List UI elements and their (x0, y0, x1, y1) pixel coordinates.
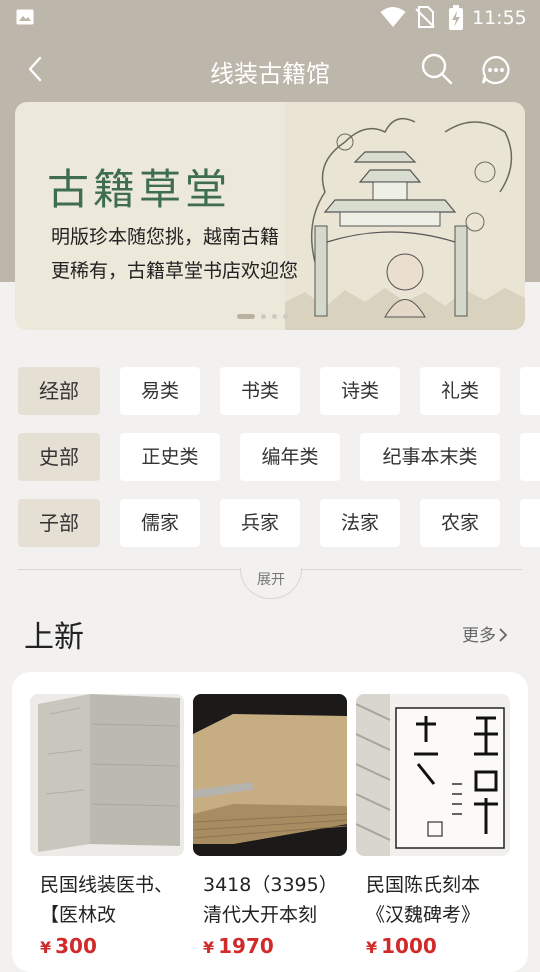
more-link[interactable]: 更多 (462, 621, 508, 646)
category-chip[interactable]: 农家 (420, 499, 500, 547)
category-chip[interactable]: 礼类 (420, 367, 500, 415)
image-notification-icon (16, 9, 34, 25)
category-chip[interactable]: 易类 (120, 367, 200, 415)
price-value: 1000 (381, 934, 437, 958)
category-label[interactable]: 史部 (18, 433, 100, 481)
category-chip[interactable]: 兵家 (220, 499, 300, 547)
page-title: 线装古籍馆 (210, 60, 330, 88)
category-chip[interactable]: 诗类 (320, 367, 400, 415)
new-arrivals-panel: 民国线装医书、【医林改 ¥300 3418（3395）清代大开本刻 ¥1970 (12, 672, 528, 972)
wifi-icon (380, 7, 406, 27)
product-price: ¥300 (30, 934, 184, 958)
status-bar: 11:55 (0, 0, 540, 36)
category-chip-partial[interactable] (520, 433, 540, 481)
product-name: 3418（3395）清代大开本刻 (203, 874, 338, 926)
banner-text-line-2: 更稀有，古籍草堂书店欢迎您 (51, 260, 299, 282)
carousel-dot (261, 314, 266, 319)
no-sim-icon (415, 6, 435, 28)
category-row-shibu: 史部 正史类 编年类 纪事本末类 (0, 433, 540, 481)
category-chip[interactable]: 法家 (320, 499, 400, 547)
carousel-indicator (237, 306, 294, 319)
chat-more-icon[interactable] (480, 54, 512, 86)
currency-symbol: ¥ (366, 938, 378, 957)
banner-heading: 古籍草堂 (47, 165, 232, 214)
product-card[interactable]: 3418（3395）清代大开本刻 ¥1970 (193, 694, 347, 958)
carousel-dot-active (237, 314, 255, 319)
promo-banner[interactable]: 古籍草堂 明版珍本随您挑，越南古籍 更稀有，古籍草堂书店欢迎您 (15, 102, 525, 330)
carousel-dot (283, 314, 288, 319)
product-image (30, 694, 184, 856)
status-time: 11:55 (472, 7, 527, 29)
product-name: 民国陈氏刻本《汉魏碑考》 (366, 874, 481, 926)
product-image (193, 694, 347, 856)
category-chip-partial[interactable] (520, 499, 540, 547)
product-price: ¥1970 (193, 934, 347, 958)
currency-symbol: ¥ (40, 938, 52, 957)
currency-symbol: ¥ (203, 938, 215, 957)
category-label[interactable]: 子部 (18, 499, 100, 547)
category-row-zibu: 子部 儒家 兵家 法家 农家 (0, 499, 540, 547)
expand-button[interactable]: 展开 (240, 568, 302, 599)
top-nav-bar: 线装古籍馆 (0, 40, 540, 100)
category-row-jingbu: 经部 易类 书类 诗类 礼类 (0, 367, 540, 415)
category-chip[interactable]: 书类 (220, 367, 300, 415)
category-chip[interactable]: 正史类 (120, 433, 220, 481)
price-value: 1970 (218, 934, 274, 958)
carousel-dot (272, 314, 277, 319)
search-icon[interactable] (420, 52, 454, 86)
battery-charging-icon (449, 5, 463, 30)
price-value: 300 (55, 934, 97, 958)
product-name: 民国线装医书、【医林改 (40, 874, 174, 926)
chevron-right-icon (499, 628, 508, 642)
category-chip[interactable]: 儒家 (120, 499, 200, 547)
pavilion-illustration (285, 102, 525, 330)
category-chip[interactable]: 纪事本末类 (360, 433, 500, 481)
product-card[interactable]: 民国线装医书、【医林改 ¥300 (30, 694, 184, 958)
product-card[interactable]: 民国陈氏刻本《汉魏碑考》 ¥1000 (356, 694, 510, 958)
product-image (356, 694, 510, 856)
new-arrivals-title: 上新 (24, 620, 84, 655)
category-label[interactable]: 经部 (18, 367, 100, 415)
category-chip-partial[interactable] (520, 367, 540, 415)
more-link-label: 更多 (462, 626, 496, 646)
product-price: ¥1000 (356, 934, 510, 958)
category-chip[interactable]: 编年类 (240, 433, 340, 481)
banner-text-line-1: 明版珍本随您挑，越南古籍 (51, 226, 280, 248)
